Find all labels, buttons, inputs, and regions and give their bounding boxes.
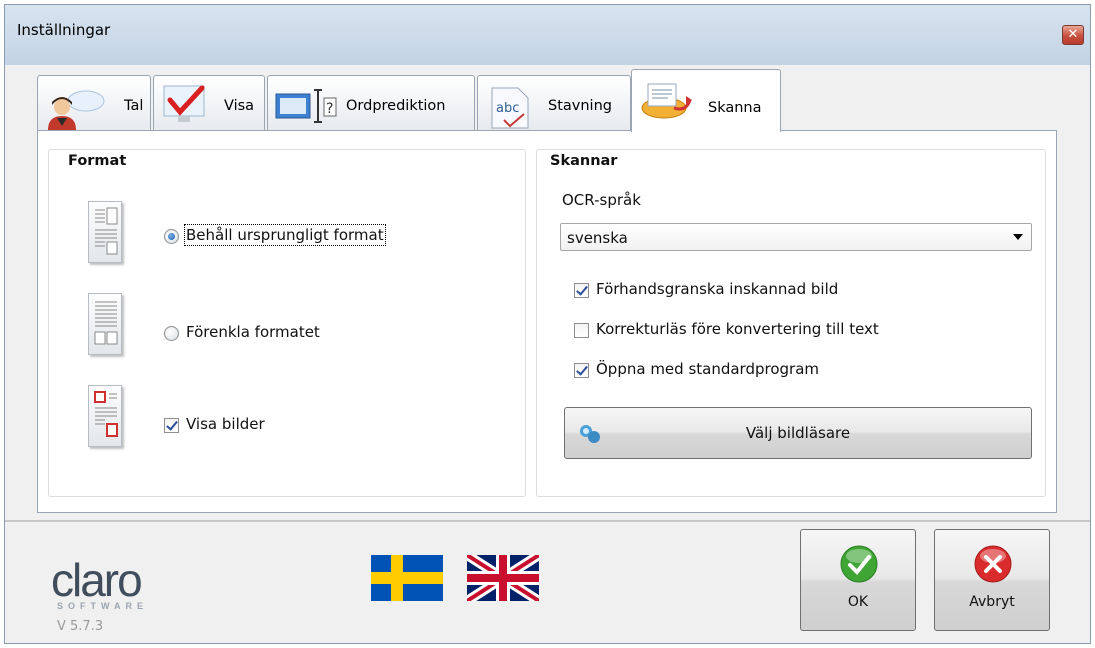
simplify-format-radio[interactable] [164, 326, 179, 341]
show-images-icon [88, 385, 122, 447]
choose-image-reader-button[interactable]: Välj bildläsare [564, 407, 1032, 459]
uk-flag-icon[interactable] [467, 555, 539, 601]
claro-logo-sub: SOFTWARE [57, 601, 148, 611]
chevron-down-icon [1013, 234, 1023, 240]
window-title: Inställningar [17, 21, 111, 39]
tab-stavning[interactable]: abc Stavning [477, 75, 631, 131]
ok-button[interactable]: OK [800, 529, 916, 631]
title-bar: Inställningar ✕ [5, 5, 1090, 65]
open-default-program-label[interactable]: Öppna med standardprogram [596, 360, 819, 378]
keep-format-label[interactable]: Behåll ursprungligt format [184, 224, 386, 246]
text-cursor-question-icon: ? [275, 89, 337, 123]
ok-check-icon [840, 545, 878, 583]
tab-visa[interactable]: Visa [153, 75, 265, 131]
preview-scan-checkbox[interactable] [574, 283, 589, 298]
ok-label: OK [847, 594, 869, 610]
scanner-icon [641, 83, 692, 119]
svg-text:abc: abc [496, 101, 519, 116]
claro-logo: claro [51, 554, 143, 606]
simplified-format-icon [88, 293, 122, 355]
abc-spelling-icon: abc [491, 87, 529, 129]
cancel-button[interactable]: Avbryt [934, 529, 1050, 631]
show-images-checkbox[interactable] [164, 418, 179, 433]
tab-label: Tal [124, 98, 144, 114]
cancel-label: Avbryt [969, 594, 1015, 610]
swedish-flag-icon[interactable] [371, 555, 443, 601]
speaking-person-icon [48, 90, 105, 130]
tab-ordprediktion[interactable]: ? Ordprediktion [267, 75, 475, 131]
format-group-title: Format [68, 153, 127, 169]
tab-label: Skanna [708, 100, 762, 116]
preview-scan-label[interactable]: Förhandsgranska inskannad bild [596, 280, 838, 298]
scanner-group-title: Skannar [550, 153, 618, 169]
skanna-tab-panel: Format Behåll ursprungligt format Förenk… [37, 130, 1057, 513]
dialog-client: Tal Visa ? Ordprediktion abc Stavning Sk… [5, 65, 1090, 643]
close-button[interactable]: ✕ [1062, 25, 1084, 45]
version-label: V 5.7.3 [57, 619, 104, 634]
choose-image-reader-label: Välj bildläsare [745, 424, 851, 442]
show-images-label[interactable]: Visa bilder [186, 415, 265, 433]
tab-tal[interactable]: Tal [37, 75, 151, 131]
tab-label: Stavning [548, 98, 612, 114]
tab-label: Ordprediktion [346, 98, 446, 114]
cancel-x-icon [974, 545, 1012, 583]
tab-label: Visa [224, 98, 255, 114]
svg-text:?: ? [326, 101, 333, 117]
tab-skanna[interactable]: Skanna [631, 69, 781, 132]
proofread-label[interactable]: Korrekturläs före konvertering till text [596, 320, 879, 338]
settings-window: Inställningar ✕ Tal Visa ? Ordprediktion… [4, 4, 1091, 644]
ocr-language-value: svenska [567, 229, 628, 247]
simplify-format-label[interactable]: Förenkla formatet [186, 323, 320, 341]
open-default-program-checkbox[interactable] [574, 363, 589, 378]
proofread-checkbox[interactable] [574, 323, 589, 338]
ocr-language-select[interactable]: svenska [560, 223, 1032, 251]
checkmark-monitor-icon [163, 85, 205, 122]
ocr-language-label: OCR-språk [562, 191, 641, 209]
keep-format-radio[interactable] [164, 229, 179, 244]
original-format-icon [88, 201, 122, 263]
close-icon: ✕ [1067, 27, 1079, 42]
footer-divider [5, 520, 1090, 522]
